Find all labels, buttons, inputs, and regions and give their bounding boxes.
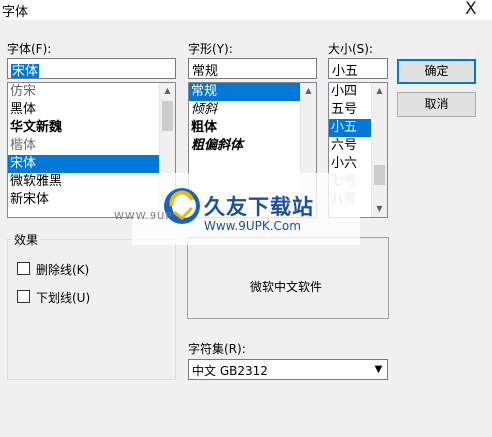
font-list-item[interactable]: 宋体 xyxy=(8,155,175,173)
dialog-title: 字体 xyxy=(2,5,29,20)
watermark-url-left: WWW.9UP xyxy=(114,211,173,222)
effects-group xyxy=(7,239,176,380)
effects-label: 效果 xyxy=(12,231,41,248)
font-label: 字体(F): xyxy=(7,42,52,56)
scroll-thumb[interactable] xyxy=(374,165,385,185)
chevron-down-icon[interactable]: ▼ xyxy=(370,360,387,379)
script-select[interactable]: 中文 GB2312 ▼ xyxy=(188,359,388,380)
underline-label[interactable]: 下划线(U) xyxy=(36,289,90,306)
font-name-input[interactable]: 宋体 xyxy=(7,58,176,79)
script-select-value: 中文 GB2312 xyxy=(192,364,268,378)
font-list-item[interactable]: 楷体 xyxy=(8,137,175,155)
script-label: 字符集(R): xyxy=(188,342,246,356)
style-list-item[interactable]: 粗偏斜体 xyxy=(189,137,316,155)
scroll-down-icon[interactable]: ▼ xyxy=(372,201,387,217)
style-list-item[interactable]: 倾斜 xyxy=(189,101,316,119)
sample-text: 微软中文软件 xyxy=(250,280,323,294)
font-list-item[interactable]: 华文新魏 xyxy=(8,119,175,137)
scroll-up-icon[interactable]: ▲ xyxy=(372,83,387,99)
size-input[interactable]: 小五 xyxy=(328,58,388,79)
title-bar xyxy=(0,0,492,20)
style-list-item[interactable]: 常规 xyxy=(189,83,316,101)
cancel-button[interactable]: 取消 xyxy=(397,92,476,117)
size-label: 大小(S): xyxy=(328,42,374,56)
watermark-overlay: WWW.9UP 久友下载站 Www.9UPK.Com xyxy=(114,173,360,245)
scroll-up-icon[interactable]: ▲ xyxy=(301,83,316,99)
close-button[interactable]: X xyxy=(465,0,477,19)
style-label: 字形(Y): xyxy=(188,42,233,56)
style-list-items: 常规 倾斜 粗体 粗偏斜体 xyxy=(189,83,316,155)
scroll-up-icon[interactable]: ▲ xyxy=(160,83,175,99)
watermark-brand: 久友下载站 xyxy=(204,195,314,219)
strikeout-label[interactable]: 删除线(K) xyxy=(36,261,89,278)
style-input[interactable]: 常规 xyxy=(188,58,317,79)
ok-button[interactable]: 确定 xyxy=(397,59,476,84)
font-name-value: 宋体 xyxy=(11,64,40,79)
scroll-thumb[interactable] xyxy=(162,101,173,131)
style-list-item[interactable]: 粗体 xyxy=(189,119,316,137)
strikeout-checkbox[interactable] xyxy=(17,262,30,275)
watermark-url: Www.9UPK.Com xyxy=(204,219,301,233)
font-list-item[interactable]: 黑体 xyxy=(8,101,175,119)
size-list-scrollbar[interactable]: ▲ ▼ xyxy=(371,83,387,217)
font-list-item[interactable]: 仿宋 xyxy=(8,83,175,101)
underline-checkbox[interactable] xyxy=(17,290,30,303)
